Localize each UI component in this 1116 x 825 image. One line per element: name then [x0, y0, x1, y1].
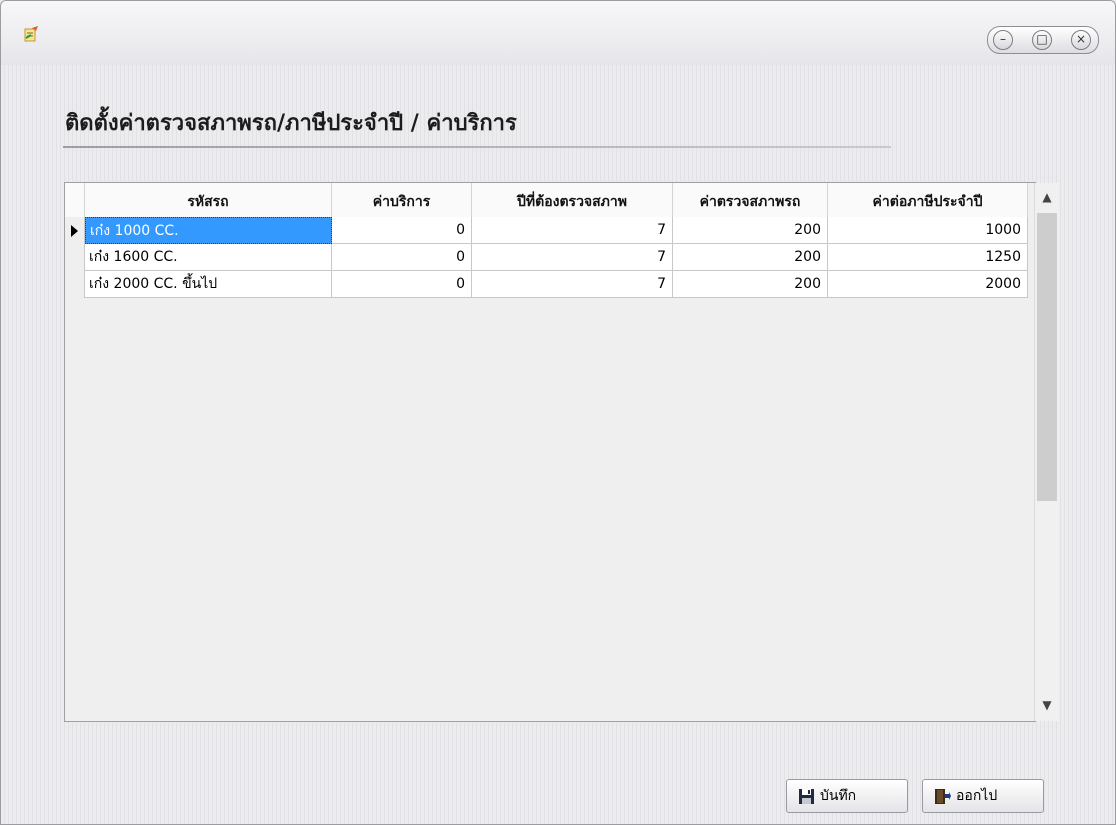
cell-inspect-year[interactable]: 7 — [472, 244, 673, 271]
title-divider — [63, 146, 891, 148]
header-indicator-cell — [65, 183, 85, 217]
close-button[interactable]: × — [1071, 30, 1091, 50]
cell-code[interactable]: เก๋ง 2000 CC. ขึ้นไป — [85, 271, 332, 298]
app-edit-icon — [24, 26, 38, 42]
cell-service-fee[interactable]: 0 — [332, 244, 472, 271]
column-header-service-fee[interactable]: ค่าบริการ — [332, 183, 472, 217]
cell-inspect-fee[interactable]: 200 — [673, 244, 828, 271]
cell-service-fee[interactable]: 0 — [332, 271, 472, 298]
cell-inspect-year[interactable]: 7 — [472, 271, 673, 298]
row-indicator[interactable] — [65, 271, 85, 298]
title-bar[interactable]: – □ × — [1, 1, 1115, 65]
row-indicator[interactable] — [65, 217, 85, 244]
cell-inspect-fee[interactable]: 200 — [673, 217, 828, 244]
window-controls: – □ × — [987, 26, 1099, 54]
cell-service-fee[interactable]: 0 — [332, 217, 472, 244]
column-header-tax-fee[interactable]: ค่าต่อภาษีประจำปี — [828, 183, 1028, 217]
maximize-button[interactable]: □ — [1032, 30, 1052, 50]
cell-tax-fee[interactable]: 1000 — [828, 217, 1028, 244]
scrollbar-thumb[interactable] — [1037, 213, 1057, 501]
vertical-scrollbar[interactable]: ▲ ▼ — [1034, 183, 1059, 721]
scroll-down-icon[interactable]: ▼ — [1035, 691, 1059, 719]
column-header-inspect-year[interactable]: ปีที่ต้องตรวจสภาพ — [472, 183, 673, 217]
column-header-inspect-fee[interactable]: ค่าตรวจสภาพรถ — [673, 183, 828, 217]
exit-button[interactable]: ออกไป — [922, 779, 1044, 813]
main-window: – □ × ติดตั้งค่าตรวจสภาพรถ/ภาษีประจำปี /… — [0, 0, 1116, 825]
scroll-up-icon[interactable]: ▲ — [1035, 183, 1059, 211]
cell-code[interactable]: เก๋ง 1600 CC. — [85, 244, 332, 271]
data-grid[interactable]: รหัสรถ ค่าบริการ ปีที่ต้องตรวจสภาพ ค่าตร… — [64, 182, 1036, 722]
cell-tax-fee[interactable]: 2000 — [828, 271, 1028, 298]
minimize-button[interactable]: – — [993, 30, 1013, 50]
row-indicator[interactable] — [65, 244, 85, 271]
current-row-arrow-icon — [71, 225, 78, 237]
save-button[interactable]: บันทึก — [786, 779, 908, 813]
cell-tax-fee[interactable]: 1250 — [828, 244, 1028, 271]
cell-inspect-fee[interactable]: 200 — [673, 271, 828, 298]
floppy-disk-icon — [799, 789, 814, 804]
cell-inspect-year[interactable]: 7 — [472, 217, 673, 244]
column-header-code[interactable]: รหัสรถ — [85, 183, 332, 217]
exit-door-icon — [935, 789, 951, 804]
page-title: ติดตั้งค่าตรวจสภาพรถ/ภาษีประจำปี / ค่าบร… — [65, 111, 517, 136]
save-button-label: บันทึก — [820, 788, 857, 804]
cell-code[interactable]: เก๋ง 1000 CC. — [85, 217, 332, 244]
exit-button-label: ออกไป — [956, 788, 998, 804]
